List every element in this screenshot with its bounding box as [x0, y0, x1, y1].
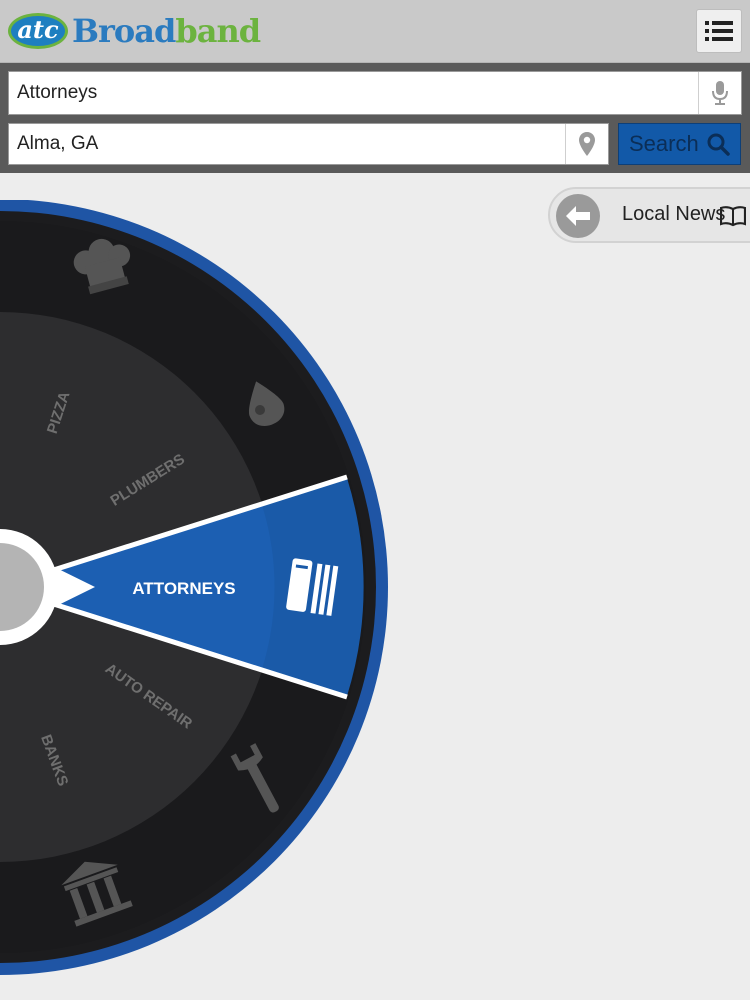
microphone-icon	[712, 81, 728, 105]
location-field[interactable]: Alma, GA	[8, 123, 609, 165]
current-location-button[interactable]	[565, 124, 608, 164]
local-news-button[interactable]: Local News	[548, 187, 750, 243]
magnifier-icon	[707, 133, 730, 156]
query-input[interactable]: Attorneys	[9, 82, 698, 104]
logo-wordmark: Broadband	[72, 12, 261, 50]
logo-word-1: Broad	[72, 12, 176, 50]
voice-search-button[interactable]	[698, 72, 741, 114]
search-button-label: Search	[629, 131, 699, 156]
book-icon	[720, 206, 746, 227]
atc-broadband-logo[interactable]: atc Broadband	[8, 6, 261, 56]
app-header: atc Broadband	[0, 0, 750, 63]
category-wheel[interactable]: ATTORNEYS PIZZA PLUMBERS AUTO REPAIR BAN…	[0, 200, 400, 980]
menu-button[interactable]	[696, 9, 742, 53]
logo-word-2: band	[175, 12, 261, 50]
logo-short: atc	[17, 15, 59, 44]
query-field[interactable]: Attorneys	[8, 71, 742, 115]
arrow-left-icon	[566, 206, 590, 226]
list-icon	[705, 21, 733, 41]
location-input[interactable]: Alma, GA	[9, 133, 565, 155]
logo-badge: atc	[8, 13, 68, 49]
selected-category-label: ATTORNEYS	[132, 579, 235, 598]
search-button[interactable]: Search	[618, 123, 741, 165]
search-panel: Attorneys Alma, GA Search	[0, 63, 750, 173]
map-pin-icon	[579, 132, 595, 156]
back-arrow-button[interactable]	[556, 194, 600, 238]
local-news-label: Local News	[622, 203, 726, 225]
